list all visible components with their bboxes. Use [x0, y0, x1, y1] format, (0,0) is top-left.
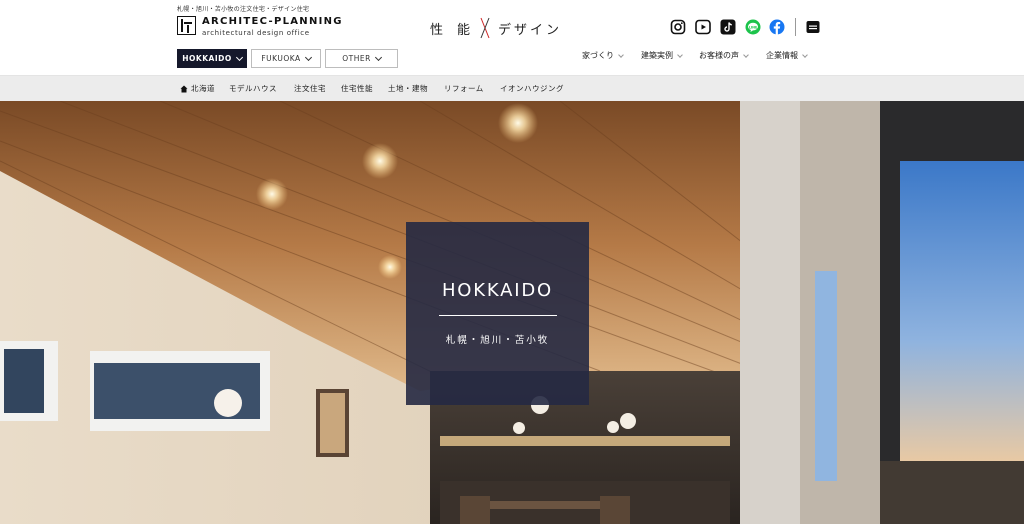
subnav-label: 土地・建物: [388, 84, 428, 93]
nav-label: お客様の声: [699, 51, 739, 60]
region-label: FUKUOKA: [261, 54, 301, 63]
subnav-item-hokkaido[interactable]: 北海道: [180, 76, 215, 101]
hero-title: HOKKAIDO: [441, 280, 554, 301]
subnav-item-performance[interactable]: 住宅性能: [341, 76, 373, 101]
nav-label: 家づくり: [582, 51, 614, 60]
region-label: HOKKAIDO: [182, 54, 232, 63]
nav-label: 企業情報: [766, 51, 798, 60]
subnav-label: リフォーム: [444, 84, 484, 93]
subnav-label: 北海道: [191, 84, 215, 93]
region-button-fukuoka[interactable]: FUKUOKA: [251, 49, 321, 68]
brand-subtitle: architectural design office: [202, 29, 310, 37]
hero-divider: [439, 315, 557, 316]
chevron-down-icon: [235, 53, 243, 61]
hero-subtitle: 札幌・旭川・苫小牧: [445, 335, 550, 346]
brand-tagline: 札幌・旭川・苫小牧の注文住宅・デザイン住宅: [177, 6, 310, 13]
subnav-item-custom-house[interactable]: 注文住宅: [294, 76, 326, 101]
brand-name[interactable]: ARCHITEC-PLANNING: [202, 16, 343, 27]
svg-text:LINE: LINE: [749, 25, 758, 29]
chevron-down-icon: [802, 51, 808, 58]
header-center-title: 性能 デザイン: [430, 17, 562, 39]
nav-label: 建築実例: [641, 51, 673, 60]
cross-mark-icon: [480, 17, 490, 39]
instagram-icon[interactable]: [670, 19, 686, 35]
chevron-down-icon: [304, 53, 312, 61]
center-title-right: デザイン: [498, 22, 563, 38]
subnav-item-model-house[interactable]: モデルハウス: [229, 76, 277, 101]
nav-item-house-building[interactable]: 家づくり: [582, 50, 624, 61]
nav-item-voices[interactable]: お客様の声: [699, 50, 749, 61]
site-header: 札幌・旭川・苫小牧の注文住宅・デザイン住宅 ARCHITEC-PLANNING …: [0, 0, 1024, 76]
youtube-icon[interactable]: [695, 19, 711, 35]
social-divider: [795, 18, 796, 36]
subnav-label: モデルハウス: [229, 84, 277, 93]
hero-region-card[interactable]: HOKKAIDO 札幌・旭川・苫小牧: [406, 222, 589, 405]
chevron-down-icon: [618, 51, 624, 58]
nav-item-company[interactable]: 企業情報: [766, 50, 808, 61]
menu-card-icon[interactable]: [805, 19, 821, 35]
chevron-down-icon: [743, 51, 749, 58]
tiktok-icon[interactable]: [720, 19, 736, 35]
chevron-down-icon: [374, 53, 382, 61]
region-button-hokkaido[interactable]: HOKKAIDO: [177, 49, 247, 68]
facebook-icon[interactable]: [769, 19, 785, 35]
subnav-label: イオンハウジング: [500, 84, 564, 93]
home-icon: [180, 85, 188, 92]
region-button-other[interactable]: OTHER: [325, 49, 398, 68]
hero-section: HOKKAIDO 札幌・旭川・苫小牧: [0, 101, 1024, 524]
line-icon[interactable]: LINE: [745, 19, 761, 35]
subnav-item-land-building[interactable]: 土地・建物: [388, 76, 428, 101]
subnav-label: 注文住宅: [294, 84, 326, 93]
subnav-item-aeon-housing[interactable]: イオンハウジング: [500, 76, 564, 101]
subnav-item-reform[interactable]: リフォーム: [444, 76, 484, 101]
nav-item-works[interactable]: 建築実例: [641, 50, 683, 61]
center-title-left: 性能: [430, 22, 485, 38]
subnav-label: 住宅性能: [341, 84, 373, 93]
sub-navigation: 北海道 モデルハウス 注文住宅 住宅性能 土地・建物 リフォーム イオンハウジン…: [0, 76, 1024, 101]
region-label: OTHER: [342, 54, 371, 63]
logo-mark-icon[interactable]: [177, 16, 196, 35]
chevron-down-icon: [677, 51, 683, 58]
